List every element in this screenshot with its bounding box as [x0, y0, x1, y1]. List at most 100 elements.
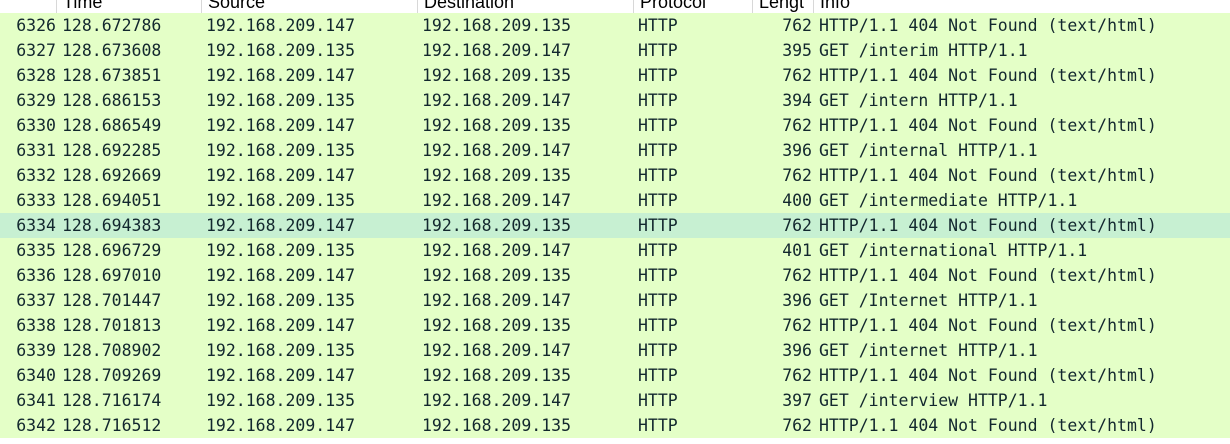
packet-info: HTTP/1.1 404 Not Found (text/html) — [819, 266, 1157, 285]
packet-time: 128.696729 — [62, 241, 162, 260]
column-header-no[interactable] — [0, 0, 56, 13]
packet-destination: 192.168.209.147 — [422, 241, 572, 260]
packet-row[interactable]: 6327 128.673608 192.168.209.135 192.168.209… — [0, 38, 1230, 63]
packet-length: 395 — [782, 41, 812, 60]
packet-destination: 192.168.209.135 — [422, 316, 572, 335]
packet-number: 6342 — [16, 416, 56, 435]
packet-protocol: HTTP — [638, 191, 678, 210]
packet-number: 6334 — [16, 216, 56, 235]
packet-row[interactable]: 6337 128.701447 192.168.209.135 192.168.209… — [0, 288, 1230, 313]
packet-number: 6339 — [16, 341, 56, 360]
packet-row[interactable]: 6330 128.686549 192.168.209.147 192.168.209… — [0, 113, 1230, 138]
packet-time: 128.694383 — [62, 216, 162, 235]
packet-protocol: HTTP — [638, 116, 678, 135]
packet-row[interactable]: 6336 128.697010 192.168.209.147 192.168.209… — [0, 263, 1230, 288]
packet-row[interactable]: 6338 128.701813 192.168.209.147 192.168.209… — [0, 313, 1230, 338]
packet-source: 192.168.209.147 — [206, 116, 356, 135]
packet-length: 762 — [782, 166, 812, 185]
packet-number: 6340 — [16, 366, 56, 385]
packet-info: HTTP/1.1 404 Not Found (text/html) — [819, 316, 1157, 335]
packet-destination: 192.168.209.135 — [422, 116, 572, 135]
packet-destination: 192.168.209.147 — [422, 191, 572, 210]
packet-number: 6336 — [16, 266, 56, 285]
packet-protocol: HTTP — [638, 166, 678, 185]
packet-number: 6333 — [16, 191, 56, 210]
packet-row[interactable]: 6335 128.696729 192.168.209.135 192.168.209… — [0, 238, 1230, 263]
packet-destination: 192.168.209.135 — [422, 166, 572, 185]
packet-source: 192.168.209.135 — [206, 191, 356, 210]
packet-number: 6335 — [16, 241, 56, 260]
packet-time: 128.701447 — [62, 291, 162, 310]
packet-info: HTTP/1.1 404 Not Found (text/html) — [819, 66, 1157, 85]
packet-source: 192.168.209.147 — [206, 266, 356, 285]
packet-time: 128.697010 — [62, 266, 162, 285]
packet-length: 762 — [782, 216, 812, 235]
packet-info: GET /interview HTTP/1.1 — [819, 391, 1048, 410]
packet-info: GET /intern HTTP/1.1 — [819, 91, 1018, 110]
packet-destination: 192.168.209.147 — [422, 391, 572, 410]
packet-row[interactable]: 6328 128.673851 192.168.209.147 192.168.209… — [0, 63, 1230, 88]
column-header-protocol[interactable]: Protocol — [634, 0, 752, 13]
packet-number: 6332 — [16, 166, 56, 185]
packet-time: 128.709269 — [62, 366, 162, 385]
packet-protocol: HTTP — [638, 391, 678, 410]
packet-row[interactable]: 6341 128.716174 192.168.209.135 192.168.209… — [0, 388, 1230, 413]
packet-time: 128.686153 — [62, 91, 162, 110]
packet-length: 762 — [782, 316, 812, 335]
packet-destination: 192.168.209.135 — [422, 416, 572, 435]
packet-row[interactable]: 6340 128.709269 192.168.209.147 192.168.209… — [0, 363, 1230, 388]
packet-time: 128.686549 — [62, 116, 162, 135]
packet-info: HTTP/1.1 404 Not Found (text/html) — [819, 166, 1157, 185]
packet-number: 6337 — [16, 291, 56, 310]
packet-protocol: HTTP — [638, 316, 678, 335]
packet-protocol: HTTP — [638, 266, 678, 285]
packet-info: HTTP/1.1 404 Not Found (text/html) — [819, 416, 1157, 435]
packet-destination: 192.168.209.147 — [422, 41, 572, 60]
packet-protocol: HTTP — [638, 216, 678, 235]
packet-number: 6331 — [16, 141, 56, 160]
packet-source: 192.168.209.135 — [206, 291, 356, 310]
packet-number: 6329 — [16, 91, 56, 110]
packet-destination: 192.168.209.147 — [422, 91, 572, 110]
packet-source: 192.168.209.135 — [206, 141, 356, 160]
packet-time: 128.694051 — [62, 191, 162, 210]
column-header-destination[interactable]: Destination — [418, 0, 633, 13]
packet-info: HTTP/1.1 404 Not Found (text/html) — [819, 116, 1157, 135]
packet-time: 128.701813 — [62, 316, 162, 335]
packet-list-header: Time Source Destination Protocol Lengt I… — [0, 0, 1230, 14]
packet-row[interactable]: 6329 128.686153 192.168.209.135 192.168.209… — [0, 88, 1230, 113]
packet-source: 192.168.209.147 — [206, 316, 356, 335]
packet-destination: 192.168.209.135 — [422, 216, 572, 235]
packet-row[interactable]: 6333 128.694051 192.168.209.135 192.168.209… — [0, 188, 1230, 213]
packet-time: 128.716512 — [62, 416, 162, 435]
packet-length: 396 — [782, 291, 812, 310]
packet-source: 192.168.209.135 — [206, 91, 356, 110]
packet-list: 6326 128.672786 192.168.209.147 192.168.209… — [0, 13, 1230, 438]
column-header-time[interactable]: Time — [57, 0, 201, 13]
packet-row[interactable]: 6339 128.708902 192.168.209.135 192.168.209… — [0, 338, 1230, 363]
packet-row[interactable]: 6332 128.692669 192.168.209.147 192.168.209… — [0, 163, 1230, 188]
packet-time: 128.692285 — [62, 141, 162, 160]
packet-length: 762 — [782, 66, 812, 85]
packet-row-selected[interactable]: 6334 128.694383 192.168.209.147 192.168.209… — [0, 213, 1230, 238]
packet-number: 6338 — [16, 316, 56, 335]
packet-row[interactable]: 6331 128.692285 192.168.209.135 192.168.209… — [0, 138, 1230, 163]
packet-protocol: HTTP — [638, 416, 678, 435]
packet-time: 128.673851 — [62, 66, 162, 85]
column-header-length[interactable]: Lengt — [753, 0, 813, 13]
packet-row[interactable]: 6326 128.672786 192.168.209.147 192.168.209… — [0, 13, 1230, 38]
packet-destination: 192.168.209.147 — [422, 341, 572, 360]
packet-row[interactable]: 6342 128.716512 192.168.209.147 192.168.209… — [0, 413, 1230, 438]
packet-time: 128.716174 — [62, 391, 162, 410]
packet-protocol: HTTP — [638, 41, 678, 60]
packet-number: 6341 — [16, 391, 56, 410]
packet-length: 762 — [782, 16, 812, 35]
packet-destination: 192.168.209.147 — [422, 291, 572, 310]
packet-source: 192.168.209.135 — [206, 391, 356, 410]
packet-destination: 192.168.209.135 — [422, 366, 572, 385]
packet-length: 396 — [782, 141, 812, 160]
column-header-info[interactable]: Info — [814, 0, 1230, 13]
column-header-source[interactable]: Source — [202, 0, 417, 13]
packet-protocol: HTTP — [638, 291, 678, 310]
packet-length: 397 — [782, 391, 812, 410]
